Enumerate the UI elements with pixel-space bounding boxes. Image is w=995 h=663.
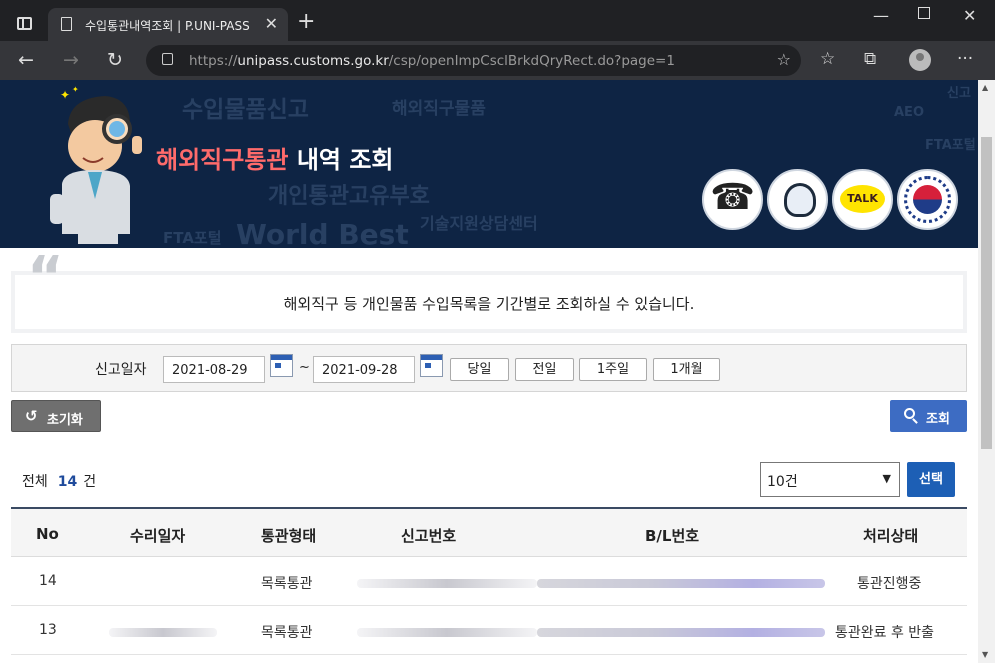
period-month-button[interactable]: 1개월 xyxy=(653,358,720,381)
redacted-declaration-number xyxy=(357,579,537,588)
svg-text:✦: ✦ xyxy=(60,88,70,102)
url-text: https://unipass.customs.go.kr/csp/openIm… xyxy=(189,53,675,69)
close-window-icon[interactable]: ✕ xyxy=(963,6,976,25)
info-text: 해외직구 등 개인물품 수입목록을 기간별로 조회하실 수 있습니다. xyxy=(283,295,695,313)
row-status: 통관완료 후 반출 xyxy=(835,625,935,641)
end-date-input[interactable]: 2021-09-28 xyxy=(313,356,415,383)
vertical-scrollbar[interactable]: ▲ ▼ xyxy=(978,80,995,663)
banner-watermark: AEO xyxy=(894,105,924,120)
profile-avatar-icon[interactable] xyxy=(909,49,931,71)
banner-watermark: FTA포털 xyxy=(925,138,976,153)
banner-watermark: 수입물품신고 xyxy=(182,97,309,123)
date-label: 신고일자 xyxy=(95,362,147,378)
tab-strip: 수입통관내역조회 | P.UNI-PASS ✕ + — ✕ xyxy=(0,0,995,41)
row-status: 통관진행중 xyxy=(857,576,922,592)
search-panel: 신고일자 2021-08-29 ~ 2021-09-28 당일 전일 1주일 1… xyxy=(11,344,967,392)
browser-tab[interactable]: 수입통관내역조회 | P.UNI-PASS ✕ xyxy=(48,8,288,41)
banner-watermark: World Best xyxy=(236,218,409,248)
date-separator: ~ xyxy=(299,360,310,375)
chevron-down-icon: ▼ xyxy=(882,472,891,485)
start-date-input[interactable]: 2021-08-29 xyxy=(163,356,265,383)
page-size-value: 10건 xyxy=(767,474,798,490)
period-week-button[interactable]: 1주일 xyxy=(579,358,647,381)
total-unit: 건 xyxy=(83,474,97,490)
scroll-up-icon[interactable]: ▲ xyxy=(982,83,988,92)
banner-watermark: 개인통관고유부호 xyxy=(268,184,430,209)
tab-title: 수입통관내역조회 | P.UNI-PASS xyxy=(85,19,250,33)
scroll-thumb[interactable] xyxy=(981,137,992,449)
column-header: B/L번호 xyxy=(645,527,700,545)
window-menu-icon[interactable] xyxy=(17,17,32,30)
phone-icon[interactable] xyxy=(702,169,763,230)
redacted-bl-number xyxy=(537,579,825,588)
info-box: 해외직구 등 개인물품 수입목록을 기간별로 조회하실 수 있습니다. xyxy=(11,271,967,333)
calendar-icon[interactable] xyxy=(420,354,443,377)
page-title: 해외직구통관 내역 조회 xyxy=(156,146,394,174)
page-content: 수입물품신고 해외직구물품 개인통관고유부호 기술지원상담센터 FTA포털 Wo… xyxy=(0,80,978,663)
add-favorite-icon[interactable]: ☆ xyxy=(777,50,791,69)
period-yesterday-button[interactable]: 전일 xyxy=(515,358,574,381)
row-no: 14 xyxy=(39,573,57,589)
column-header: 수리일자 xyxy=(130,527,186,545)
search-button[interactable]: 조회 xyxy=(890,400,967,432)
row-no: 13 xyxy=(39,622,57,638)
total-count: 14 xyxy=(57,474,78,490)
banner-watermark: 기술지원상담센터 xyxy=(420,214,538,233)
reset-button[interactable]: ↺ 초기화 xyxy=(11,400,101,432)
column-header: No xyxy=(36,525,59,543)
select-button[interactable]: 선택 xyxy=(907,462,955,497)
total-label: 전체 xyxy=(22,474,48,490)
redacted-declaration-number xyxy=(357,628,537,637)
browser-chrome: 수입통관내역조회 | P.UNI-PASS ✕ + — ✕ ← → ↻ http… xyxy=(0,0,995,80)
address-bar: ← → ↻ https://unipass.customs.go.kr/csp/… xyxy=(0,41,995,80)
collections-icon[interactable]: ⧉ xyxy=(864,49,876,69)
new-tab-icon[interactable]: + xyxy=(297,9,315,34)
forward-icon[interactable]: → xyxy=(63,49,79,71)
government-emblem-icon[interactable] xyxy=(897,169,958,230)
scroll-down-icon[interactable]: ▼ xyxy=(982,650,988,659)
period-today-button[interactable]: 당일 xyxy=(450,358,509,381)
chatbot-icon[interactable] xyxy=(767,169,828,230)
banner: 수입물품신고 해외직구물품 개인통관고유부호 기술지원상담센터 FTA포털 Wo… xyxy=(0,80,978,248)
search-label: 조회 xyxy=(926,412,950,427)
column-header: 처리상태 xyxy=(863,527,919,545)
banner-watermark: 해외직구물품 xyxy=(392,99,486,119)
page-size-select[interactable]: 10건 ▼ xyxy=(760,462,900,497)
url-field[interactable]: https://unipass.customs.go.kr/csp/openIm… xyxy=(146,45,801,76)
more-menu-icon[interactable]: ··· xyxy=(957,49,973,69)
result-total: 전체 14 건 xyxy=(22,471,96,491)
quote-mark-icon: “ xyxy=(27,245,64,310)
calendar-icon[interactable] xyxy=(270,354,293,377)
reset-icon: ↺ xyxy=(25,407,38,425)
page-icon xyxy=(61,17,72,31)
redacted-bl-number xyxy=(537,628,825,637)
maximize-icon[interactable] xyxy=(918,7,930,19)
column-header: 신고번호 xyxy=(401,527,457,545)
back-icon[interactable]: ← xyxy=(18,49,34,71)
minimize-icon[interactable]: — xyxy=(873,6,889,25)
banner-watermark: 신고 xyxy=(947,86,971,101)
svg-text:✦: ✦ xyxy=(72,85,79,94)
lock-icon[interactable] xyxy=(162,53,173,65)
favorites-icon[interactable]: ☆ xyxy=(820,49,835,69)
banner-watermark: FTA포털 xyxy=(163,229,222,247)
row-type: 목록통관 xyxy=(261,576,313,592)
table-row[interactable]: 14 목록통관 통관진행중 xyxy=(11,557,967,606)
mascot-illustration: ✦ ✦ xyxy=(50,85,142,244)
close-tab-icon[interactable]: ✕ xyxy=(265,14,278,33)
kakaotalk-icon[interactable] xyxy=(832,169,893,230)
redacted-acceptance-date xyxy=(109,628,217,637)
table-header: No 수리일자 통관형태 신고번호 B/L번호 처리상태 xyxy=(11,507,967,557)
search-icon xyxy=(904,408,915,419)
column-header: 통관형태 xyxy=(261,527,317,545)
row-type: 목록통관 xyxy=(261,625,313,641)
reload-icon[interactable]: ↻ xyxy=(107,49,123,71)
reset-label: 초기화 xyxy=(47,413,83,428)
table-row[interactable]: 13 목록통관 통관완료 후 반출 xyxy=(11,606,967,655)
